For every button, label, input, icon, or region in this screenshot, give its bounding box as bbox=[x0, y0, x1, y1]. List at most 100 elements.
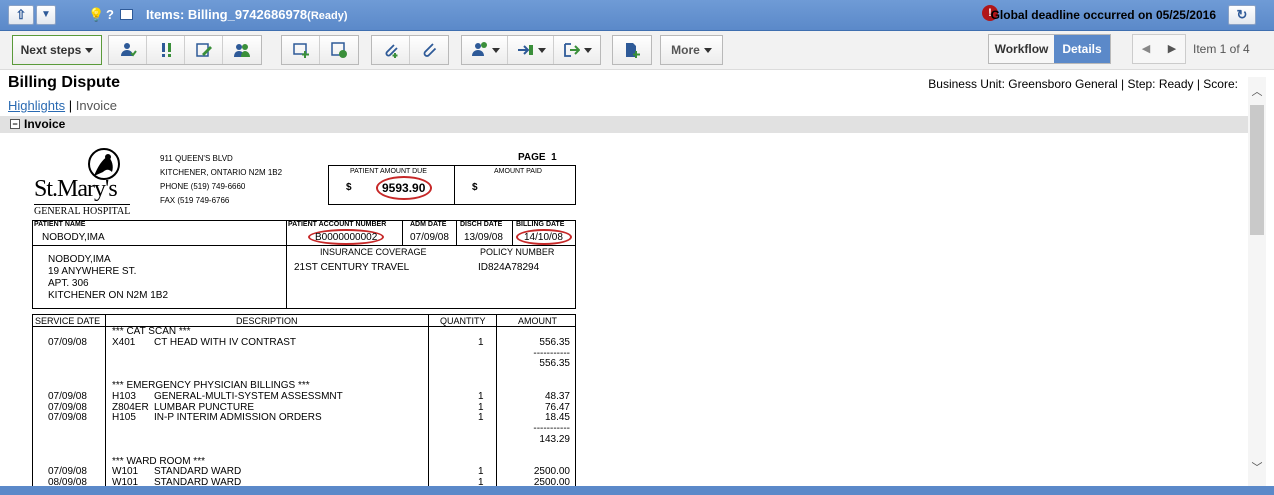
account-label: PATIENT ACCOUNT NUMBER bbox=[288, 221, 387, 228]
table-row: 07/09/08 H103 GENERAL-MULTI-SYSTEM ASSESSM… bbox=[32, 391, 576, 402]
invoice-link[interactable]: Invoice bbox=[76, 98, 117, 113]
cell-qty: 1 bbox=[478, 336, 484, 348]
item-status: (Ready) bbox=[307, 10, 348, 22]
policy-label: POLICY NUMBER bbox=[480, 247, 555, 257]
add-note-icon[interactable] bbox=[282, 36, 320, 64]
help-icon[interactable]: ? bbox=[106, 7, 114, 22]
escalate-icon[interactable] bbox=[147, 36, 185, 64]
chevron-down-icon: ▼ bbox=[41, 9, 51, 20]
invoice-document: St.Mary's GENERAL HOSPITAL 911 QUEEN'S B… bbox=[32, 148, 580, 488]
details-button[interactable]: Details bbox=[1054, 35, 1110, 63]
item-title: Items: Billing_9742686978(Ready) bbox=[146, 7, 348, 22]
highlights-link[interactable]: Highlights bbox=[8, 98, 65, 113]
view-history-icon[interactable] bbox=[320, 36, 358, 64]
invoice-section-header[interactable]: − Invoice bbox=[0, 116, 1248, 133]
attach-icon[interactable] bbox=[372, 36, 410, 64]
scroll-up-icon[interactable]: ︿ bbox=[1248, 83, 1266, 98]
scroll-down-icon[interactable]: ﹀ bbox=[1248, 459, 1266, 474]
chevron-down-icon bbox=[85, 47, 94, 53]
cell-code: H105 bbox=[112, 412, 136, 424]
scroll-thumb[interactable] bbox=[1250, 105, 1264, 235]
cell-amt: 556.35 bbox=[539, 358, 570, 370]
approve-icon[interactable] bbox=[462, 36, 508, 64]
table-row: ----------- bbox=[32, 348, 576, 359]
new-item-icon[interactable] bbox=[613, 36, 651, 64]
toolbar-group-attach bbox=[371, 35, 449, 65]
refresh-button[interactable]: ↻ bbox=[1228, 5, 1256, 25]
up-arrow-icon: ⇧ bbox=[15, 7, 27, 22]
cell-amt: 2500.00 bbox=[533, 466, 570, 478]
currency-symbol: $ bbox=[346, 182, 352, 193]
item-count: Item 1 of 4 bbox=[1193, 42, 1250, 56]
cell-desc: LUMBAR PUNCTURE bbox=[154, 401, 255, 413]
edit-icon[interactable] bbox=[185, 36, 223, 64]
table-row: *** WARD ROOM *** bbox=[32, 456, 576, 467]
chevron-down-icon bbox=[703, 47, 712, 53]
page-title: Billing Dispute bbox=[8, 74, 120, 91]
chevron-down-icon bbox=[537, 47, 546, 53]
table-row: *** EMERGENCY PHYSICIAN BILLINGS *** bbox=[32, 380, 576, 391]
amount-paid-label: AMOUNT PAID bbox=[494, 168, 542, 175]
amount-due-value: 9593.90 bbox=[382, 181, 426, 195]
collapse-icon[interactable]: − bbox=[10, 119, 20, 129]
status-bar bbox=[0, 486, 1274, 495]
nav-dropdown-button[interactable]: ▼ bbox=[36, 5, 56, 25]
cell-amt: 76.47 bbox=[544, 401, 570, 413]
page-number: PAGE 1 bbox=[518, 152, 557, 163]
next-item-button[interactable]: ▶ bbox=[1159, 35, 1185, 63]
cell-code: H103 bbox=[112, 390, 136, 402]
team-icon[interactable] bbox=[223, 36, 261, 64]
more-button[interactable]: More bbox=[660, 35, 723, 65]
cell-code: Z804ER bbox=[112, 401, 149, 413]
next-steps-button[interactable]: Next steps bbox=[12, 35, 102, 65]
chevron-down-icon bbox=[491, 47, 500, 53]
refresh-icon: ↻ bbox=[1236, 7, 1248, 22]
toolbar-group-people bbox=[108, 35, 262, 65]
cell-date: 07/09/08 bbox=[48, 412, 87, 424]
list-icon[interactable] bbox=[120, 9, 133, 20]
cell-amt: 18.45 bbox=[544, 412, 570, 424]
route-icon[interactable] bbox=[508, 36, 554, 64]
table-row: 556.35 bbox=[32, 358, 576, 369]
cell-amt: 48.37 bbox=[544, 390, 570, 402]
cell-amt: ----------- bbox=[533, 347, 570, 359]
col-header-quantity: QUANTITY bbox=[440, 316, 486, 326]
workflow-button[interactable]: Workflow bbox=[989, 35, 1054, 63]
toolbar-group-notes bbox=[281, 35, 359, 65]
insurance-label: INSURANCE COVERAGE bbox=[320, 247, 427, 257]
adm-date-label: ADM DATE bbox=[410, 221, 447, 228]
scrollbar[interactable]: ︿ ﹀ bbox=[1248, 77, 1266, 487]
currency-symbol-paid: $ bbox=[472, 182, 478, 193]
cell-date: 07/09/08 bbox=[48, 336, 87, 348]
transfer-icon[interactable] bbox=[554, 36, 600, 64]
breadcrumb: Highlights | Invoice bbox=[8, 98, 117, 113]
previous-item-button[interactable]: ◀ bbox=[1133, 35, 1159, 63]
table-row: ----------- bbox=[32, 423, 576, 434]
cell-code: X401 bbox=[112, 336, 136, 348]
cell-desc: STANDARD WARD bbox=[154, 466, 242, 478]
table-row bbox=[32, 445, 576, 456]
attachment-icon[interactable] bbox=[410, 36, 448, 64]
patient-amount-due-label: PATIENT AMOUNT DUE bbox=[350, 168, 427, 175]
cell-amt: ----------- bbox=[533, 423, 570, 435]
hospital-subname: GENERAL HOSPITAL bbox=[34, 204, 131, 217]
disch-date-label: DISCH DATE bbox=[460, 221, 503, 228]
chevron-left-icon: ◀ bbox=[1141, 43, 1151, 55]
cell-date: 07/09/08 bbox=[48, 401, 87, 413]
adm-date: 07/09/08 bbox=[410, 232, 449, 243]
deadline-text: Global deadline occurred on 05/25/2016 bbox=[990, 8, 1216, 22]
up-arrow-button[interactable]: ⇧ bbox=[8, 5, 34, 25]
cell-amt: 556.35 bbox=[539, 336, 570, 348]
lightbulb-icon[interactable]: 💡 bbox=[88, 7, 104, 23]
section-title: Invoice bbox=[24, 117, 66, 131]
patient-name: NOBODY,IMA bbox=[42, 232, 105, 243]
main-content: Billing Dispute Business Unit: Greensbor… bbox=[0, 70, 1274, 495]
insurance-name: 21ST CENTURY TRAVEL bbox=[294, 262, 410, 273]
hospital-name: St.Mary's bbox=[34, 176, 118, 202]
policy-number: ID824A78294 bbox=[478, 262, 540, 273]
assign-user-icon[interactable] bbox=[109, 36, 147, 64]
table-row: 143.29 bbox=[32, 434, 576, 445]
cell-qty: 1 bbox=[478, 390, 484, 402]
chevron-right-icon: ▶ bbox=[1167, 43, 1177, 55]
table-row: 07/09/08 Z804ER LUMBAR PUNCTURE 1 76.47 bbox=[32, 402, 576, 413]
